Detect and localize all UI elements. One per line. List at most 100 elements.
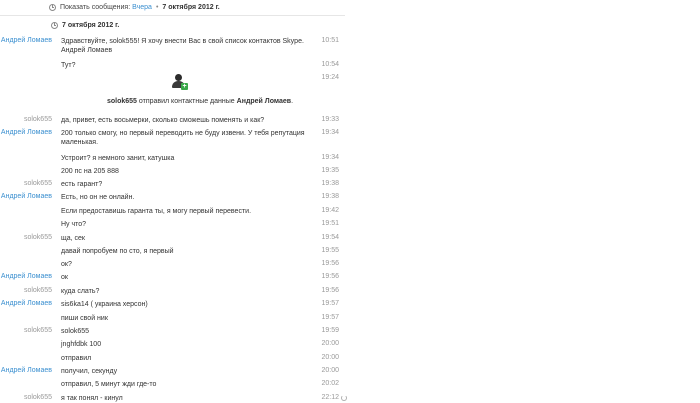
message-text: solok655 bbox=[61, 328, 90, 335]
message-row: Андрей Ломаев получил, секунду 20:00 bbox=[0, 367, 345, 380]
contact-head-shape bbox=[175, 74, 182, 81]
contact-shared-notice: solok655 отправил контактные данные Андр… bbox=[50, 98, 350, 105]
message-time: 19:33 bbox=[321, 116, 339, 123]
date-header: 7 октября 2012 г. bbox=[51, 22, 119, 29]
message-time: 19:59 bbox=[321, 327, 339, 334]
message-row: solok655 solok655 19:59 bbox=[0, 327, 345, 340]
message-time: 10:54 bbox=[321, 61, 339, 68]
message-time: 19:42 bbox=[321, 207, 339, 214]
message-author[interactable]: Андрей Ломаев bbox=[0, 129, 52, 136]
message-text: отправил, 5 минут жди где-то bbox=[61, 381, 157, 388]
yesterday-link[interactable]: Вчера bbox=[132, 4, 152, 11]
message-text: пиши свой ник bbox=[61, 315, 108, 322]
message-time: 19:38 bbox=[321, 193, 339, 200]
message-time: 19:56 bbox=[321, 260, 339, 267]
message-time: 19:38 bbox=[321, 180, 339, 187]
message-author[interactable]: solok655 bbox=[0, 116, 52, 123]
sending-spinner-icon bbox=[341, 395, 347, 401]
clock-icon bbox=[51, 22, 58, 29]
message-text: Здравствуйте, solok555! Я хочу внести Ва… bbox=[61, 38, 304, 45]
message-author[interactable]: solok655 bbox=[0, 394, 52, 401]
message-text: есть гарант? bbox=[61, 181, 103, 188]
message-text: давай попробуем по сто, я первый bbox=[61, 248, 174, 255]
message-time: 19:34 bbox=[321, 129, 339, 136]
message-text: я так понял - кинул bbox=[61, 395, 123, 402]
message-text: Устроит? я немного занит, катушка bbox=[61, 155, 175, 162]
message-row: Андрей Ломаев Есть, но он не онлайн. 19:… bbox=[0, 193, 345, 206]
message-text: куда слать? bbox=[61, 288, 100, 295]
add-contact-plus-icon: + bbox=[181, 83, 188, 90]
message-row: Андрей Ломаев 200 только смогу, но первы… bbox=[0, 129, 345, 151]
message-time: 19:51 bbox=[321, 220, 339, 227]
message-author[interactable]: Андрей Ломаев bbox=[0, 37, 52, 44]
message-row: отправил 20:00 bbox=[0, 354, 345, 367]
message-row: Если предоставишь гаранта ты, я могу пер… bbox=[0, 207, 345, 220]
message-text: ща, сек bbox=[61, 235, 85, 242]
message-text: Если предоставишь гаранта ты, я могу пер… bbox=[61, 208, 252, 215]
message-text: получил, секунду bbox=[61, 368, 118, 375]
message-author[interactable]: solok655 bbox=[0, 234, 52, 241]
contact-shared-name[interactable]: Андрей Ломаев bbox=[237, 98, 291, 105]
message-filter-bar: Показать сообщения: Вчера • 7 октября 20… bbox=[0, 0, 345, 16]
message-row: solok655 ща, сек 19:54 bbox=[0, 234, 345, 247]
message-row: solok655 я так понял - кинул 22:12 bbox=[0, 394, 345, 403]
message-row: пиши свой ник 19:57 bbox=[0, 314, 345, 327]
message-row: ок? 19:56 bbox=[0, 260, 345, 273]
message-time: 19:57 bbox=[321, 300, 339, 307]
message-time: 19:35 bbox=[321, 167, 339, 174]
message-time: 10:51 bbox=[321, 37, 339, 44]
contact-card-icon[interactable]: + bbox=[172, 74, 188, 90]
message-text: Есть, но он не онлайн. bbox=[61, 194, 135, 201]
message-text: 200 пс на 205 888 bbox=[61, 168, 119, 175]
message-row: solok655 куда слать? 19:56 bbox=[0, 287, 345, 300]
filter-separator: • bbox=[155, 4, 159, 11]
message-row: Андрей Ломаев Здравствуйте, solok555! Я … bbox=[0, 37, 345, 59]
filter-label: Показать сообщения: bbox=[60, 4, 131, 11]
message-row: solok655 есть гарант? 19:38 bbox=[0, 180, 345, 193]
message-time: 22:12 bbox=[321, 394, 339, 401]
message-author[interactable]: solok655 bbox=[0, 287, 52, 294]
message-text: Ну что? bbox=[61, 221, 87, 228]
message-text: да, привет, есть восьмерки, сколько смож… bbox=[61, 117, 265, 124]
message-row: давай попробуем по сто, я первый 19:55 bbox=[0, 247, 345, 260]
message-time: 20:00 bbox=[321, 340, 339, 347]
contact-shared-text: отправил контактные данные bbox=[138, 98, 235, 105]
message-time: 19:34 bbox=[321, 154, 339, 161]
message-text: ок? bbox=[61, 261, 72, 268]
message-text: sis6ka14 ( украина херсон) bbox=[61, 301, 148, 308]
message-text: отправил bbox=[61, 355, 92, 362]
message-time: 20:00 bbox=[321, 367, 339, 374]
message-text: Тут? bbox=[61, 62, 76, 69]
contact-share-time: 19:24 bbox=[321, 74, 339, 81]
message-time: 19:55 bbox=[321, 247, 339, 254]
current-date-filter: 7 октября 2012 г. bbox=[162, 4, 220, 11]
date-header-label: 7 октября 2012 г. bbox=[62, 22, 120, 29]
message-time: 19:56 bbox=[321, 273, 339, 280]
message-row: Ну что? 19:51 bbox=[0, 220, 345, 233]
message-row: solok655 да, привет, есть восьмерки, ско… bbox=[0, 116, 345, 129]
message-row: отправил, 5 минут жди где-то 20:02 bbox=[0, 380, 345, 393]
contact-sender: solok655 bbox=[106, 98, 137, 105]
message-time: 20:00 bbox=[321, 354, 339, 361]
message-author[interactable]: solok655 bbox=[0, 327, 52, 334]
message-time: 19:56 bbox=[321, 287, 339, 294]
message-author[interactable]: solok655 bbox=[0, 180, 52, 187]
message-row: Андрей Ломаев ок 19:56 bbox=[0, 273, 345, 286]
message-text-line2: маленькая. bbox=[61, 139, 99, 146]
message-text: ок bbox=[61, 274, 68, 281]
message-row: 200 пс на 205 888 19:35 bbox=[0, 167, 345, 180]
message-author[interactable]: Андрей Ломаев bbox=[0, 193, 52, 200]
message-time: 19:57 bbox=[321, 314, 339, 321]
message-text: 200 только смогу, но первый переводить н… bbox=[61, 130, 305, 137]
message-time: 20:02 bbox=[321, 380, 339, 387]
message-text: jnghfdbk 100 bbox=[61, 341, 102, 348]
message-author[interactable]: Андрей Ломаев bbox=[0, 300, 52, 307]
message-row: jnghfdbk 100 20:00 bbox=[0, 340, 345, 353]
message-time: 19:54 bbox=[321, 234, 339, 241]
message-author[interactable]: Андрей Ломаев bbox=[0, 273, 52, 280]
message-row: Устроит? я немного занит, катушка 19:34 bbox=[0, 154, 345, 167]
message-row: Андрей Ломаев sis6ka14 ( украина херсон)… bbox=[0, 300, 345, 313]
message-text-line2: Андрей Ломаев bbox=[61, 47, 113, 54]
message-author[interactable]: Андрей Ломаев bbox=[0, 367, 52, 374]
contact-shared-end: . bbox=[291, 98, 294, 105]
